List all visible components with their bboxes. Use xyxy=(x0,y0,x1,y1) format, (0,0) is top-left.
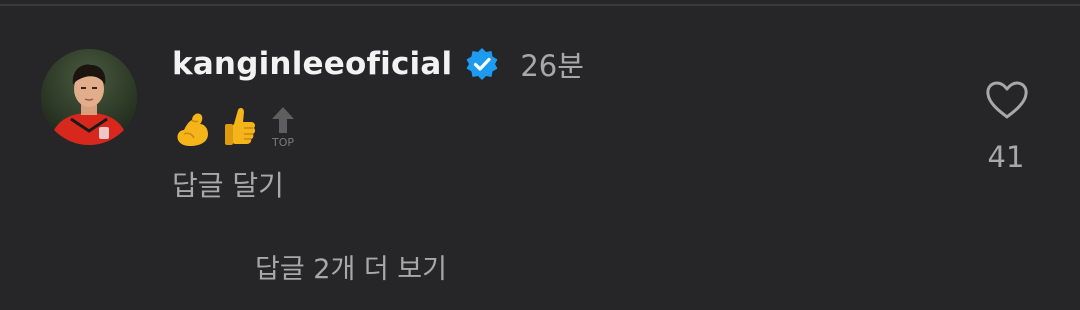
comment-panel: kanginleeoficial 26분 TOP 답글 달기 답글 2개 더 보… xyxy=(0,0,1080,310)
avatar[interactable] xyxy=(41,49,137,145)
reply-button[interactable]: 답글 달기 xyxy=(172,164,284,204)
comment-header: kanginleeoficial 26분 xyxy=(172,40,584,88)
username-link[interactable]: kanginleeoficial xyxy=(172,46,452,82)
comment-timestamp: 26분 xyxy=(520,49,584,83)
thumbs-up-icon xyxy=(220,104,258,148)
view-more-replies-button[interactable]: 답글 2개 더 보기 xyxy=(255,247,447,286)
heart-icon[interactable] xyxy=(985,80,1029,120)
svg-text:TOP: TOP xyxy=(271,136,294,149)
divider xyxy=(0,4,1080,6)
flexed-biceps-icon xyxy=(174,104,212,148)
comment-text: TOP xyxy=(174,100,306,152)
like-count: 41 xyxy=(987,140,1025,174)
verified-badge-icon xyxy=(464,46,500,82)
like-button[interactable] xyxy=(984,80,1030,120)
top-arrow-icon: TOP xyxy=(268,103,298,149)
